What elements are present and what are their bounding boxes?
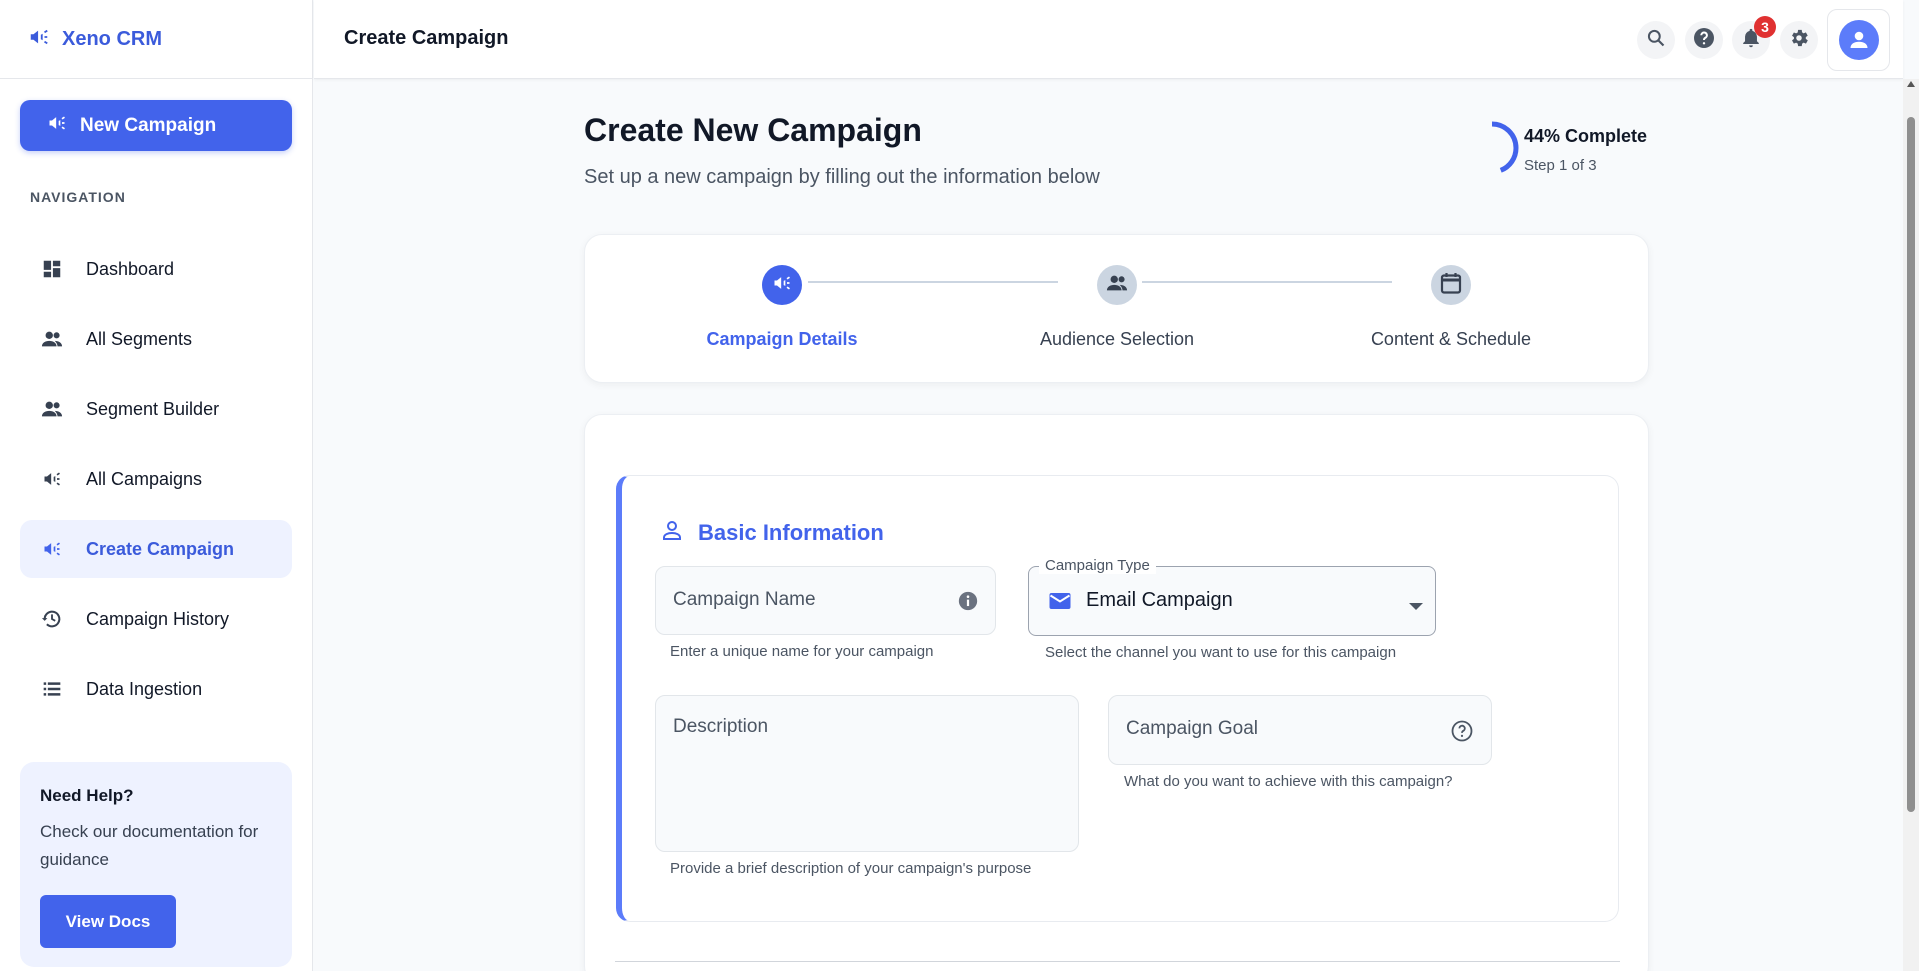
help-card: Need Help? Check our documentation for g… [20, 762, 292, 967]
step-connector [1142, 281, 1392, 283]
campaign-goal-label: Campaign Goal [1126, 718, 1259, 739]
scrollbar[interactable] [1903, 79, 1919, 971]
form-card: Basic Information Campaign Name Enter a … [584, 414, 1649, 971]
step-campaign-details[interactable] [762, 265, 802, 305]
campaign-name-label: Campaign Name [673, 589, 816, 610]
person-icon [660, 518, 684, 548]
brand[interactable]: Xeno CRM [0, 0, 312, 79]
history-icon [40, 607, 64, 631]
basic-information-section: Basic Information Campaign Name Enter a … [616, 475, 1619, 922]
help-icon [1692, 26, 1716, 55]
users-icon [1105, 272, 1129, 299]
sidebar-item-label: Dashboard [86, 258, 175, 279]
campaign-type-label: Campaign Type [1039, 557, 1156, 574]
sidebar-item-label: Data Ingestion [86, 678, 203, 699]
campaign-name-helper: Enter a unique name for your campaign [670, 643, 934, 660]
sidebar-item-label: Segment Builder [86, 398, 220, 419]
search-icon [1646, 28, 1666, 53]
section-title-text: Basic Information [698, 520, 884, 545]
sidebar-item-label: All Campaigns [86, 468, 203, 489]
description-field[interactable]: Description [655, 695, 1079, 852]
new-campaign-button[interactable]: New Campaign [20, 100, 292, 151]
topbar: Create Campaign 3 [314, 0, 1903, 79]
step-audience-selection[interactable] [1097, 265, 1137, 305]
campaign-type-helper: Select the channel you want to use for t… [1045, 644, 1397, 661]
section-title: Basic Information [660, 518, 884, 548]
email-icon [1047, 589, 1073, 618]
description-label: Description [673, 716, 769, 737]
megaphone-icon [46, 113, 68, 139]
progress-percent-label: 44% Complete [1524, 126, 1648, 146]
progress-step-label: Step 1 of 3 [1524, 157, 1597, 174]
megaphone-icon [771, 273, 793, 298]
notifications-button[interactable]: 3 [1732, 16, 1776, 59]
sidebar: Xeno CRM New Campaign NAVIGATION Dashboa… [0, 0, 313, 971]
brand-name: Xeno CRM [62, 27, 162, 50]
sidebar-item-label: All Segments [86, 328, 193, 349]
users-icon [40, 327, 64, 351]
sidebar-item-dashboard[interactable]: Dashboard [20, 240, 292, 298]
step-label: Campaign Details [706, 329, 858, 349]
chevron-down-icon [1409, 598, 1423, 616]
settings-button[interactable] [1780, 21, 1818, 59]
megaphone-icon [26, 26, 52, 53]
help-text: Check our documentation for guidance [40, 822, 259, 869]
campaign-type-value: Email Campaign [1086, 589, 1233, 611]
campaign-goal-field[interactable]: Campaign Goal [1108, 695, 1492, 765]
user-menu-button[interactable] [1827, 9, 1890, 71]
avatar-icon [1838, 20, 1879, 60]
sidebar-item-label: Campaign History [86, 608, 230, 629]
sidebar-item-label: Create Campaign [86, 538, 235, 559]
sidebar-item-create-campaign[interactable]: Create Campaign [20, 520, 292, 578]
step-content-schedule[interactable] [1431, 265, 1471, 305]
new-campaign-label: New Campaign [80, 114, 217, 136]
step-connector [808, 281, 1058, 283]
progress-ring [1465, 121, 1519, 175]
sidebar-item-segment-builder[interactable]: Segment Builder [20, 380, 292, 438]
sidebar-item-data-ingestion[interactable]: Data Ingestion [20, 660, 292, 718]
scroll-up-arrow-icon[interactable] [1907, 81, 1915, 87]
megaphone-icon [40, 537, 64, 561]
campaign-goal-helper: What do you want to achieve with this ca… [1124, 773, 1453, 790]
step-label: Audience Selection [1039, 329, 1195, 349]
page-subtitle: Set up a new campaign by filling out the… [584, 166, 1100, 188]
step-label: Content & Schedule [1370, 329, 1532, 349]
description-helper: Provide a brief description of your camp… [670, 860, 1032, 877]
help-title: Need Help? [40, 786, 134, 805]
help-circle-icon[interactable] [1450, 719, 1474, 748]
page-title: Create New Campaign [584, 112, 922, 148]
help-button[interactable] [1685, 21, 1723, 59]
calendar-icon [1439, 271, 1463, 300]
users-icon [40, 397, 64, 421]
sidebar-item-all-campaigns[interactable]: All Campaigns [20, 450, 292, 508]
gear-icon [1788, 27, 1810, 54]
nav-heading: NAVIGATION [30, 189, 126, 205]
sidebar-item-campaign-history[interactable]: Campaign History [20, 590, 292, 648]
sidebar-item-all-segments[interactable]: All Segments [20, 310, 292, 368]
notification-badge: 3 [1754, 16, 1776, 38]
info-icon[interactable] [957, 590, 979, 617]
scroll-thumb[interactable] [1907, 117, 1915, 812]
divider [615, 961, 1620, 962]
megaphone-icon [40, 467, 64, 491]
dashboard-icon [40, 257, 64, 281]
campaign-type-select[interactable]: Campaign Type Email Campaign [1028, 557, 1436, 636]
nav-list: Dashboard All Segments Segment Builder A… [20, 240, 292, 730]
stepper-card: Campaign Details Audience Selection Cont… [584, 234, 1649, 383]
campaign-name-field[interactable]: Campaign Name [655, 566, 996, 635]
page-header-title: Create Campaign [344, 27, 509, 49]
search-button[interactable] [1637, 21, 1675, 59]
list-icon [40, 677, 64, 701]
view-docs-button[interactable]: View Docs [40, 895, 176, 948]
